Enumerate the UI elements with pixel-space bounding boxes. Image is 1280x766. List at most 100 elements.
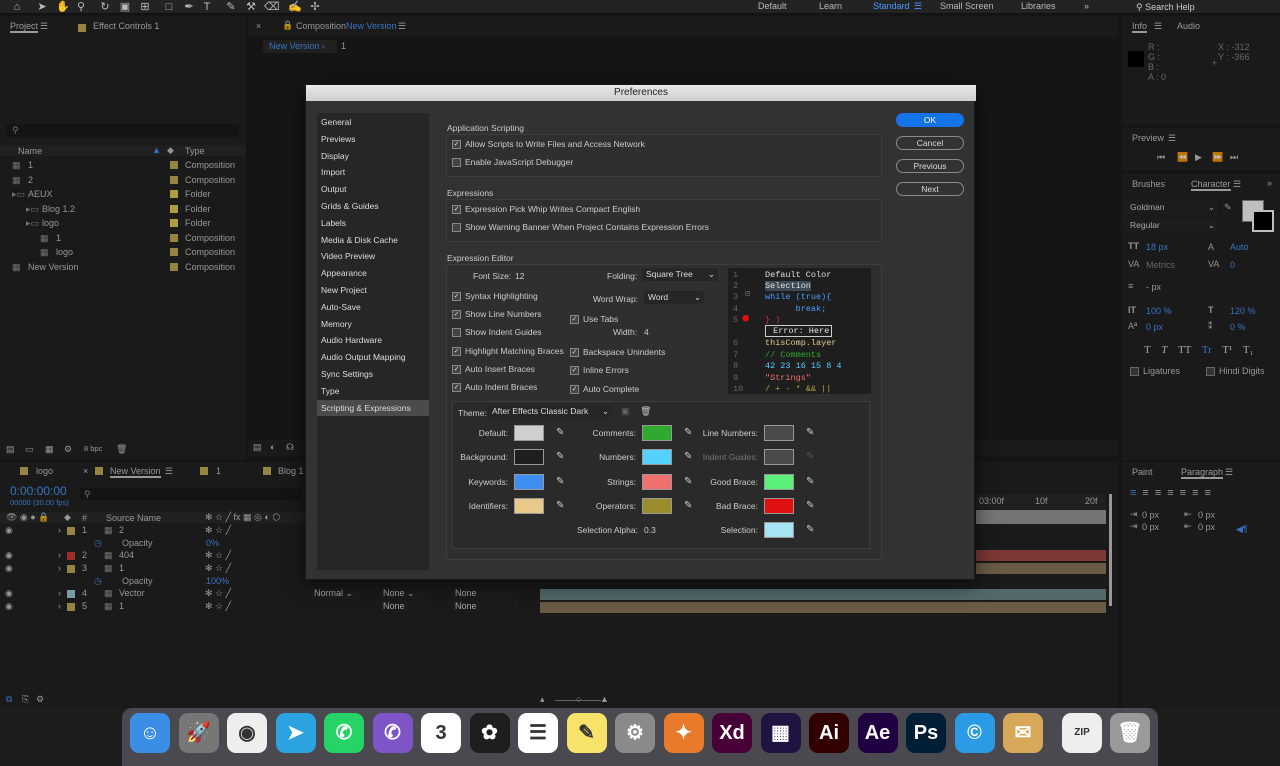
selection-alpha-value[interactable]: 0.3 [644,525,656,535]
nav-item[interactable]: Audio Output Mapping [317,349,429,366]
matching-braces-checkbox[interactable]: ✓ Highlight Matching Braces [452,346,564,357]
whatsapp-icon[interactable]: ✆ [324,713,364,753]
hand-tool-icon[interactable]: ✋ [56,0,70,14]
chrome-icon[interactable]: ◉ [227,713,267,753]
brush-tool-icon[interactable]: ✎ [224,0,238,14]
eyedropper-icon[interactable]: ✎ [684,427,692,438]
nav-item[interactable]: Previews [317,131,429,148]
bad-brace-color-swatch[interactable] [764,498,794,514]
cancel-button[interactable]: Cancel [896,136,964,150]
eyedropper-icon[interactable]: ✎ [556,427,564,438]
launchpad-icon[interactable]: 🚀 [178,713,219,753]
auto-insert-braces-checkbox[interactable]: ✓ Auto Insert Braces [452,364,535,375]
adobe-xd-icon[interactable]: Xd [712,713,752,753]
rectangle-tool-icon[interactable]: □ [162,0,176,14]
nav-item[interactable]: Audio Hardware [317,332,429,349]
enable-debugger-checkbox[interactable]: Enable JavaScript Debugger [452,157,573,168]
illustrator-icon[interactable]: Ai [809,713,849,753]
pick-whip-checkbox[interactable]: ✓ Expression Pick Whip Writes Compact Eng… [452,204,640,215]
save-theme-icon[interactable]: ▣ [621,406,630,417]
nav-item[interactable]: Memory [317,316,429,333]
nav-item[interactable]: New Project [317,282,429,299]
selection-tool-icon[interactable]: ➤ [35,0,49,14]
home-icon[interactable]: ⌂ [10,0,24,14]
indent-guides-checkbox[interactable]: Show Indent Guides [452,327,542,338]
strings-color-swatch[interactable] [642,474,672,490]
selection-color-swatch[interactable] [764,522,794,538]
preview-icon[interactable]: ✉ [1003,713,1043,753]
numbers-color-swatch[interactable] [642,449,672,465]
backspace-unindents-checkbox[interactable]: ✓ Backspace Unindents [570,347,665,358]
line-numbers-color-swatch[interactable] [764,425,794,441]
rotate-tool-icon[interactable]: ↻ [98,0,112,14]
eyedropper-icon[interactable]: ✎ [684,500,692,511]
zoom-tool-icon[interactable]: ⚲ [74,0,88,14]
operators-color-swatch[interactable] [642,498,672,514]
workspace-libraries[interactable]: Libraries [1021,1,1056,11]
eyedropper-icon[interactable]: ✎ [806,427,814,438]
nav-item[interactable]: Labels [317,215,429,232]
eyedropper-icon[interactable]: ✎ [556,476,564,487]
notes-icon[interactable]: ✎ [566,713,607,753]
nav-item[interactable]: Appearance [317,265,429,282]
eyedropper-icon[interactable]: ✎ [556,500,564,511]
nav-item[interactable]: Type [317,383,429,400]
font-size-value[interactable]: 12 [515,271,524,281]
archive-icon[interactable]: ZIP [1062,713,1102,753]
nav-item[interactable]: Display [317,148,429,165]
eyedropper-icon[interactable]: ✎ [556,451,564,462]
line-numbers-checkbox[interactable]: ✓ Show Line Numbers [452,309,542,320]
workspace-learn[interactable]: Learn [819,1,842,11]
ok-button[interactable]: OK [896,113,964,127]
nav-item[interactable]: Media & Disk Cache [317,232,429,249]
finder-icon[interactable]: ☺ [130,713,170,753]
eraser-tool-icon[interactable]: ⌫ [264,0,280,14]
nav-item[interactable]: General [317,114,429,131]
system-preferences-icon[interactable]: ⚙ [615,713,655,753]
clone-tool-icon[interactable]: ⚒ [244,0,258,14]
previous-button[interactable]: Previous [896,159,964,173]
nav-item[interactable]: Sync Settings [317,366,429,383]
telegram-icon[interactable]: ➤ [275,713,316,753]
nav-item[interactable]: Auto-Save [317,299,429,316]
keywords-color-swatch[interactable] [514,474,544,490]
use-tabs-checkbox[interactable]: ✓ Use Tabs [570,314,618,325]
auto-indent-braces-checkbox[interactable]: ✓ Auto Indent Braces [452,382,537,393]
media-encoder-icon[interactable]: ▦ [760,713,801,753]
creative-cloud-icon[interactable]: © [954,713,995,753]
type-tool-icon[interactable]: T [200,0,214,14]
workspace-small-screen[interactable]: Small Screen [940,1,994,11]
tab-width-value[interactable]: 4 [644,327,649,337]
auto-complete-checkbox[interactable]: ✓ Auto Complete [570,384,639,395]
theme-select[interactable]: After Effects Classic Dark ⌄ [488,405,612,418]
more-workspaces-icon[interactable]: » [1084,1,1089,11]
eyedropper-icon[interactable]: ✎ [806,500,814,511]
rocket-typist-icon[interactable]: ✦ [663,713,704,753]
roto-tool-icon[interactable]: ✍ [288,0,302,14]
reminders-icon[interactable]: ☰ [518,713,558,753]
photoshop-icon[interactable]: Ps [906,713,946,753]
eyedropper-icon[interactable]: ✎ [806,524,814,535]
syntax-highlighting-checkbox[interactable]: ✓ Syntax Highlighting [452,291,538,302]
pen-tool-icon[interactable]: ✒ [182,0,196,14]
eyedropper-icon[interactable]: ✎ [806,476,814,487]
viber-icon[interactable]: ✆ [372,713,413,753]
puppet-tool-icon[interactable]: ✢ [308,0,322,14]
inline-errors-checkbox[interactable]: ✓ Inline Errors [570,365,629,376]
good-brace-color-swatch[interactable] [764,474,794,490]
comments-color-swatch[interactable] [642,425,672,441]
eyedropper-icon[interactable]: ✎ [684,476,692,487]
figma-icon[interactable]: ✿ [469,713,510,753]
nav-item[interactable]: Scripting & Expressions [317,399,429,417]
allow-scripts-checkbox[interactable]: ✓ Allow Scripts to Write Files and Access… [452,139,645,150]
default-color-swatch[interactable] [514,425,544,441]
eyedropper-icon[interactable]: ✎ [806,451,814,462]
word-wrap-select[interactable]: Word ⌄ [644,291,704,304]
trash-icon[interactable]: 🗑 [1110,713,1150,753]
nav-item[interactable]: Output [317,181,429,198]
camera-tool-icon[interactable]: ▣ [118,0,132,14]
workspace-default[interactable]: Default [758,1,787,11]
folding-select[interactable]: Square Tree ⌄ [642,268,718,281]
nav-item[interactable]: Grids & Guides [317,198,429,215]
identifiers-color-swatch[interactable] [514,498,544,514]
